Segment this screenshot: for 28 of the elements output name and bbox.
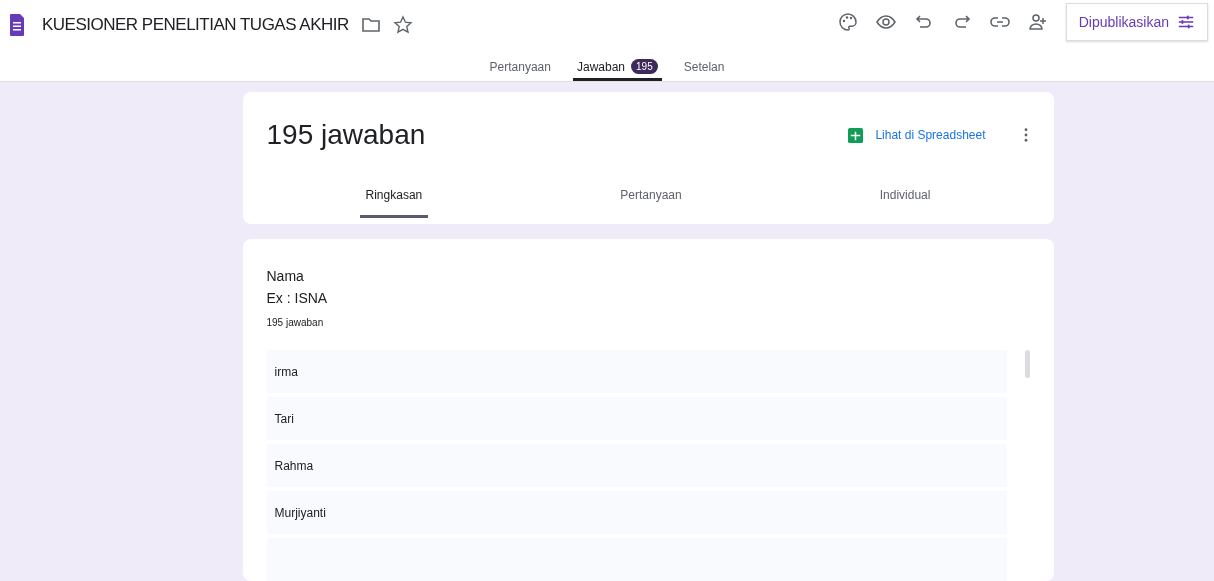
forms-logo-icon[interactable] [10,14,24,36]
question-title: Nama [266,267,305,286]
summary-tab[interactable]: Pertanyaan [614,178,688,218]
palette-icon[interactable] [837,12,858,32]
preview-eye-icon[interactable] [875,12,896,32]
summary-tab[interactable]: Ringkasan [359,178,429,218]
main-tab[interactable]: Jawaban 195 [572,55,662,81]
answer-row: Tari [266,397,1007,440]
view-in-spreadsheet-link[interactable]: Lihat di Spreadsheet [875,128,986,142]
main-tab[interactable]: Pertanyaan [485,55,555,81]
scrollbar-thumb[interactable] [1024,350,1030,378]
more-options-icon[interactable] [1023,128,1028,142]
star-icon[interactable] [392,15,413,35]
response-count-badge: 195 [631,59,658,75]
answer-row: irma [266,350,1007,393]
folder-icon[interactable] [360,15,381,35]
main-tab[interactable]: Setelan [679,55,729,81]
publish-button[interactable]: Dipublikasikan [1065,3,1208,41]
settings-sliders-icon [1177,13,1195,31]
spreadsheet-icon[interactable] [848,127,864,143]
form-title[interactable]: KUESIONER PENELITIAN TUGAS AKHIR [42,15,349,35]
question-description: Ex : ISNA [266,289,329,308]
response-count-title: 195 jawaban [266,119,426,151]
summary-tab[interactable]: Individual [873,178,937,218]
add-person-icon[interactable] [1027,12,1048,32]
answer-row: Murjiyanti [266,491,1007,534]
answer-count: 195 jawaban [266,317,325,328]
answer-row: Rahma [266,444,1007,487]
